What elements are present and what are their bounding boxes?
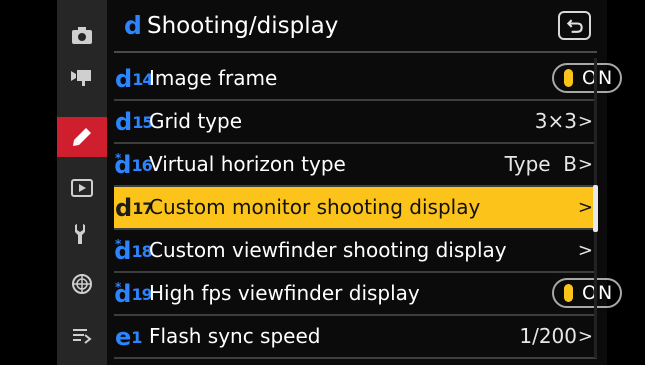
- setting-label: Virtual horizon type: [149, 152, 346, 176]
- wrench-icon: [75, 224, 85, 244]
- setting-label: Flash sync speed: [149, 324, 321, 348]
- on-off-toggle[interactable]: ON: [552, 278, 622, 308]
- menu-row-d18[interactable]: * d 18 Custom viewfinder shooting display >: [114, 230, 597, 273]
- chevron-right-icon: >: [577, 111, 593, 132]
- on-off-toggle[interactable]: ON: [552, 63, 622, 93]
- setting-label: Custom monitor shooting display: [149, 195, 481, 219]
- camera-icon: [72, 27, 92, 44]
- chevron-right-icon: >: [577, 326, 593, 347]
- menu-row-d15[interactable]: d 15 Grid type 3×3 >: [114, 101, 597, 144]
- setting-code-letter: d: [114, 237, 131, 265]
- menu-row-d14[interactable]: d 14 Image frame ON: [114, 58, 622, 101]
- sidebar-item-my-menu[interactable]: [57, 315, 107, 355]
- network-icon: [72, 274, 92, 294]
- setting-label: Image frame: [149, 66, 278, 90]
- header-divider: [114, 51, 597, 53]
- toggle-knob: [564, 69, 573, 87]
- camera-menu-screen: d Shooting/display d 14 Image frame ON d 15 Gr…: [57, 0, 622, 365]
- toggle-knob: [564, 284, 573, 302]
- menu-row-d19[interactable]: * d 19 High fps viewfinder display ON: [114, 273, 622, 316]
- menu-header: d Shooting/display: [114, 8, 597, 46]
- setting-code: d 17: [115, 191, 153, 225]
- setting-value: 1/200: [519, 324, 577, 348]
- setting-code: d 14: [115, 62, 153, 96]
- pencil-icon: [73, 128, 91, 146]
- setting-code-letter: d: [115, 65, 132, 93]
- movie-camera-icon: [71, 70, 91, 86]
- setting-code-letter: d: [115, 108, 132, 136]
- setting-code-letter: d: [115, 194, 132, 222]
- sidebar-item-playback[interactable]: [57, 168, 107, 208]
- setting-code-letter: d: [114, 280, 131, 308]
- menu-row-e1[interactable]: e 1 Flash sync speed 1/200 >: [114, 316, 597, 359]
- return-icon: [566, 18, 583, 33]
- menu-row-d17[interactable]: d 17 Custom monitor shooting display >: [114, 187, 597, 230]
- page-title: Shooting/display: [147, 13, 339, 39]
- chevron-right-icon: >: [577, 240, 593, 261]
- chevron-right-icon: >: [577, 154, 593, 175]
- setting-value: Type B: [504, 152, 577, 176]
- menu-group-letter: d: [124, 11, 142, 40]
- menu-row-d16[interactable]: * d 16 Virtual horizon type Type B >: [114, 144, 597, 187]
- menu-list: d 14 Image frame ON d 15 Grid type 3×3 > * d 16 Virt…: [114, 58, 622, 359]
- setting-value: 3×3: [534, 109, 577, 133]
- setting-code: d 15: [115, 105, 153, 139]
- back-button[interactable]: [558, 11, 591, 40]
- sidebar-item-custom-settings[interactable]: [57, 117, 107, 157]
- playback-icon: [71, 179, 93, 197]
- setting-code-letter: e: [115, 323, 131, 351]
- sidebar-item-setup[interactable]: [57, 214, 107, 254]
- toggle-state: ON: [582, 282, 614, 304]
- toggle-state: ON: [582, 67, 614, 89]
- setting-label: Grid type: [149, 109, 243, 133]
- setting-code: * d 16: [114, 148, 152, 182]
- setting-code: * d 19: [114, 277, 152, 311]
- chevron-right-icon: >: [577, 197, 593, 218]
- sidebar-item-network[interactable]: [57, 264, 107, 304]
- setting-label: High fps viewfinder display: [149, 281, 420, 305]
- setting-label: Custom viewfinder shooting display: [149, 238, 507, 262]
- my-menu-icon: [73, 329, 92, 344]
- scrollbar-thumb[interactable]: [593, 185, 598, 232]
- sidebar-item-movie-shooting[interactable]: [57, 56, 107, 96]
- menu-sidebar: [57, 0, 107, 365]
- sidebar-item-photo-shooting[interactable]: [57, 15, 107, 55]
- setting-code-letter: d: [114, 151, 131, 179]
- setting-code: * d 18: [114, 234, 152, 268]
- setting-code-number: 1: [131, 327, 142, 347]
- setting-code: e1: [115, 320, 142, 354]
